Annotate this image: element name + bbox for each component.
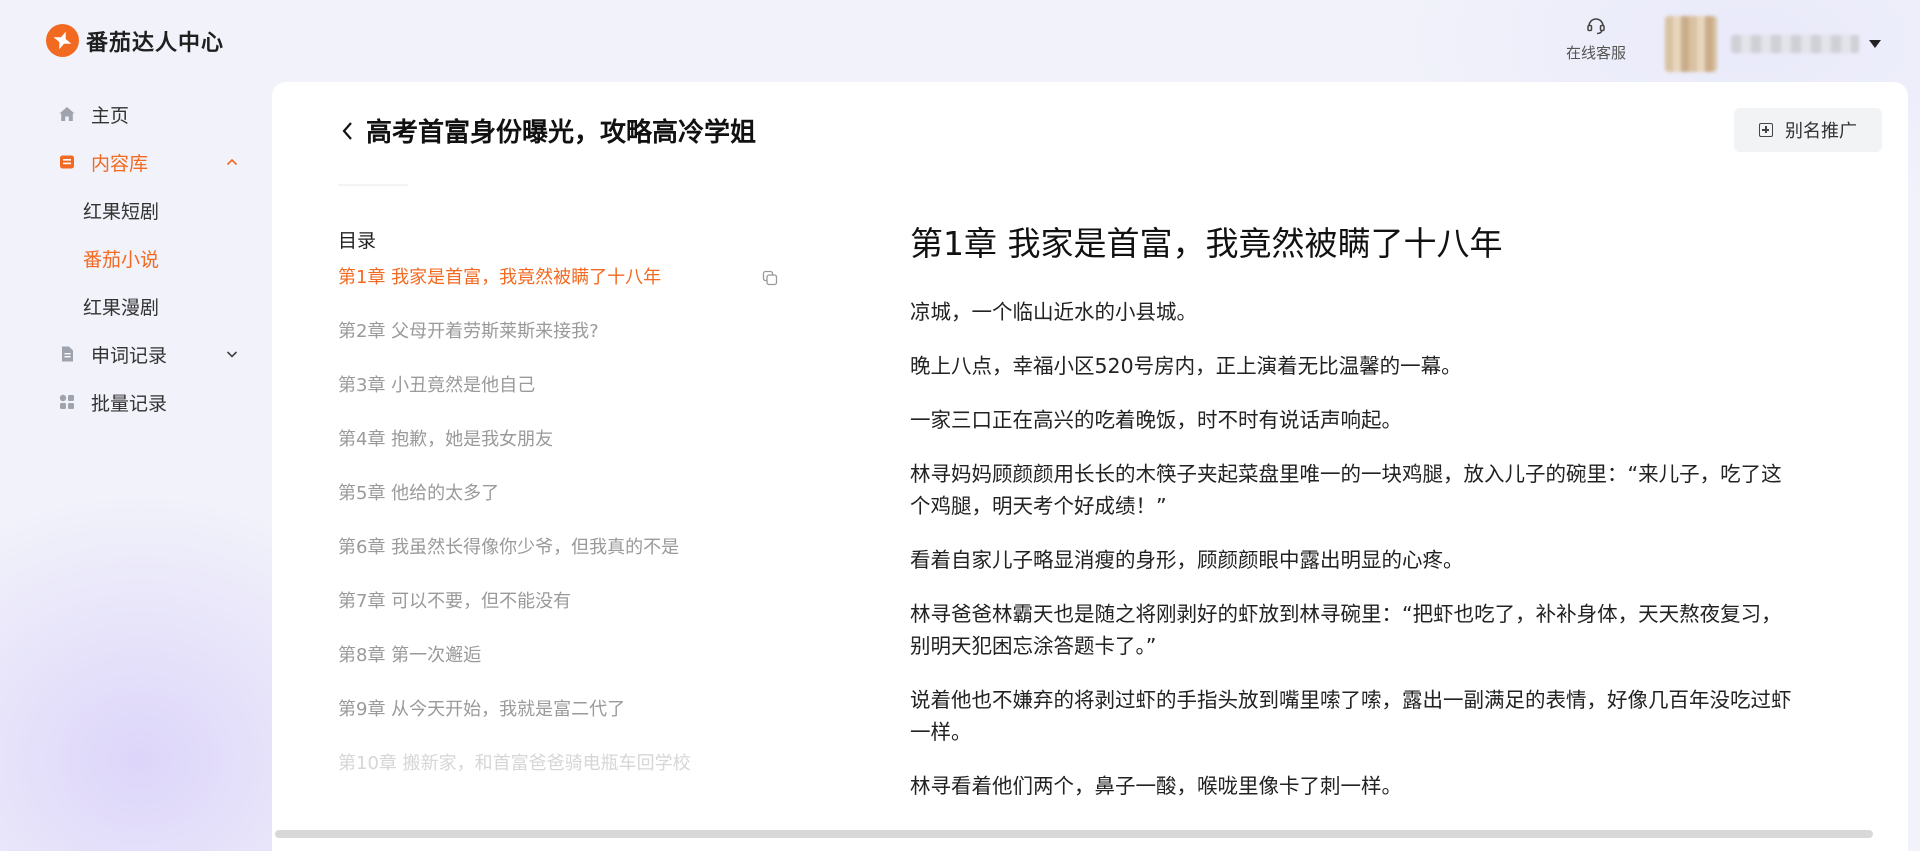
sidebar-item-batch-records[interactable]: 批量记录 xyxy=(58,378,238,426)
chapter-paragraph: 看着自家儿子略显消瘦的身形，顾颜颜眼中露出明显的心疼。 xyxy=(910,548,1464,572)
sidebar-nav: 主页 内容库 红果短剧 番茄小说 红果漫剧 申词记录 批量记录 xyxy=(58,90,238,426)
headset-icon xyxy=(1587,18,1605,35)
copy-icon[interactable] xyxy=(762,270,778,286)
chapter-paragraph: 凉城，一个临山近水的小县城。 xyxy=(910,300,1197,324)
chevron-down-icon xyxy=(226,351,238,358)
sidebar-subitem-hongguo-drama[interactable]: 红果短剧 xyxy=(58,186,238,234)
online-support-button[interactable]: 在线客服 xyxy=(1561,14,1631,63)
avatar xyxy=(1665,16,1717,72)
toc-chapter-10[interactable]: 第10章 搬新家，和首富爸爸骑电瓶车回学校 xyxy=(338,752,778,806)
alias-promotion-label: 别名推广 xyxy=(1785,121,1857,142)
caret-down-icon xyxy=(1869,40,1881,48)
sidebar-item-label: 内容库 xyxy=(91,152,149,175)
user-name-redacted xyxy=(1731,35,1859,53)
book-title: 高考首富身份曝光，攻略高冷学姐 xyxy=(366,118,757,148)
sidebar-subitem-fanqie-novel[interactable]: 番茄小说 xyxy=(58,234,238,282)
sidebar-item-label: 批量记录 xyxy=(91,392,168,415)
sidebar-item-home[interactable]: 主页 xyxy=(58,90,238,138)
tomato-logo-icon xyxy=(46,24,79,57)
chapter-paragraph: 林寻妈妈顾颜颜用长长的木筷子夹起菜盘里唯一的一块鸡腿，放入儿子的碗里：“来儿子，… xyxy=(910,462,1782,518)
table-of-contents: 目录 第1章 我家是首富，我竟然被瞒了十八年 第2章 父母开着劳斯莱斯来接我? … xyxy=(338,226,778,806)
toc-heading: 目录 xyxy=(338,230,377,252)
chapter-paragraph: 晚上八点，幸福小区520号房内，正上演着无比温馨的一幕。 xyxy=(910,354,1462,378)
sidebar-subitem-hongguo-comic[interactable]: 红果漫剧 xyxy=(58,282,238,330)
sidebar-item-label: 申词记录 xyxy=(91,344,168,367)
toc-chapter-7[interactable]: 第7章 可以不要，但不能没有 xyxy=(338,590,778,644)
toc-chapter-9[interactable]: 第9章 从今天开始，我就是富二代了 xyxy=(338,698,778,752)
chapter-paragraph: 林寻爸爸林霸天也是随之将刚剥好的虾放到林寻碗里：“把虾也吃了，补补身体，天天熬夜… xyxy=(910,602,1782,658)
toc-chapter-2[interactable]: 第2章 父母开着劳斯莱斯来接我? xyxy=(338,320,778,374)
toc-chapter-1[interactable]: 第1章 我家是首富，我竟然被瞒了十八年 xyxy=(338,266,778,320)
toc-chapter-5[interactable]: 第5章 他给的太多了 xyxy=(338,482,778,536)
book-header: 高考首富身份曝光，攻略高冷学姐 xyxy=(338,112,756,149)
sidebar-item-application-records[interactable]: 申词记录 xyxy=(58,330,238,378)
app-logo[interactable]: 番茄达人中心 xyxy=(46,24,224,57)
divider xyxy=(338,184,408,186)
document-icon xyxy=(62,346,73,362)
batch-icon xyxy=(59,394,74,409)
sidebar-item-content-library[interactable]: 内容库 xyxy=(58,138,238,186)
toc-chapter-3[interactable]: 第3章 小丑竟然是他自己 xyxy=(338,374,778,428)
toc-chapter-8[interactable]: 第8章 第一次邂逅 xyxy=(338,644,778,698)
back-arrow-icon[interactable] xyxy=(338,118,358,144)
chevron-up-icon xyxy=(226,158,238,166)
app-title: 番茄达人中心 xyxy=(86,30,225,56)
toc-chapter-6[interactable]: 第6章 我虽然长得像你少爷，但我真的不是 xyxy=(338,536,778,590)
content-library-icon xyxy=(60,155,74,169)
horizontal-scrollbar[interactable] xyxy=(275,830,1873,838)
support-label: 在线客服 xyxy=(1565,44,1626,62)
chapter-reader: 第1章 我家是首富，我竟然被瞒了十八年 凉城，一个临山近水的小县城。 晚上八点，… xyxy=(910,222,1800,824)
toc-chapter-4[interactable]: 第4章 抱歉，她是我女朋友 xyxy=(338,428,778,482)
plus-square-icon xyxy=(1759,123,1773,137)
chapter-paragraph: 一家三口正在高兴的吃着晚饭，时不时有说话声响起。 xyxy=(910,408,1402,432)
user-menu[interactable] xyxy=(1665,16,1881,72)
alias-promotion-button[interactable]: 别名推广 xyxy=(1734,108,1882,152)
chapter-title: 第1章 我家是首富，我竟然被瞒了十八年 xyxy=(910,224,1503,263)
sidebar-item-label: 主页 xyxy=(91,104,130,127)
chapter-paragraph: 林寻看着他们两个，鼻子一酸，喉咙里像卡了刺一样。 xyxy=(910,774,1402,798)
home-icon xyxy=(59,107,75,121)
chapter-paragraph: 说着他也不嫌弃的将剥过虾的手指头放到嘴里嗦了嗦，露出一副满足的表情，好像几百年没… xyxy=(910,688,1792,744)
